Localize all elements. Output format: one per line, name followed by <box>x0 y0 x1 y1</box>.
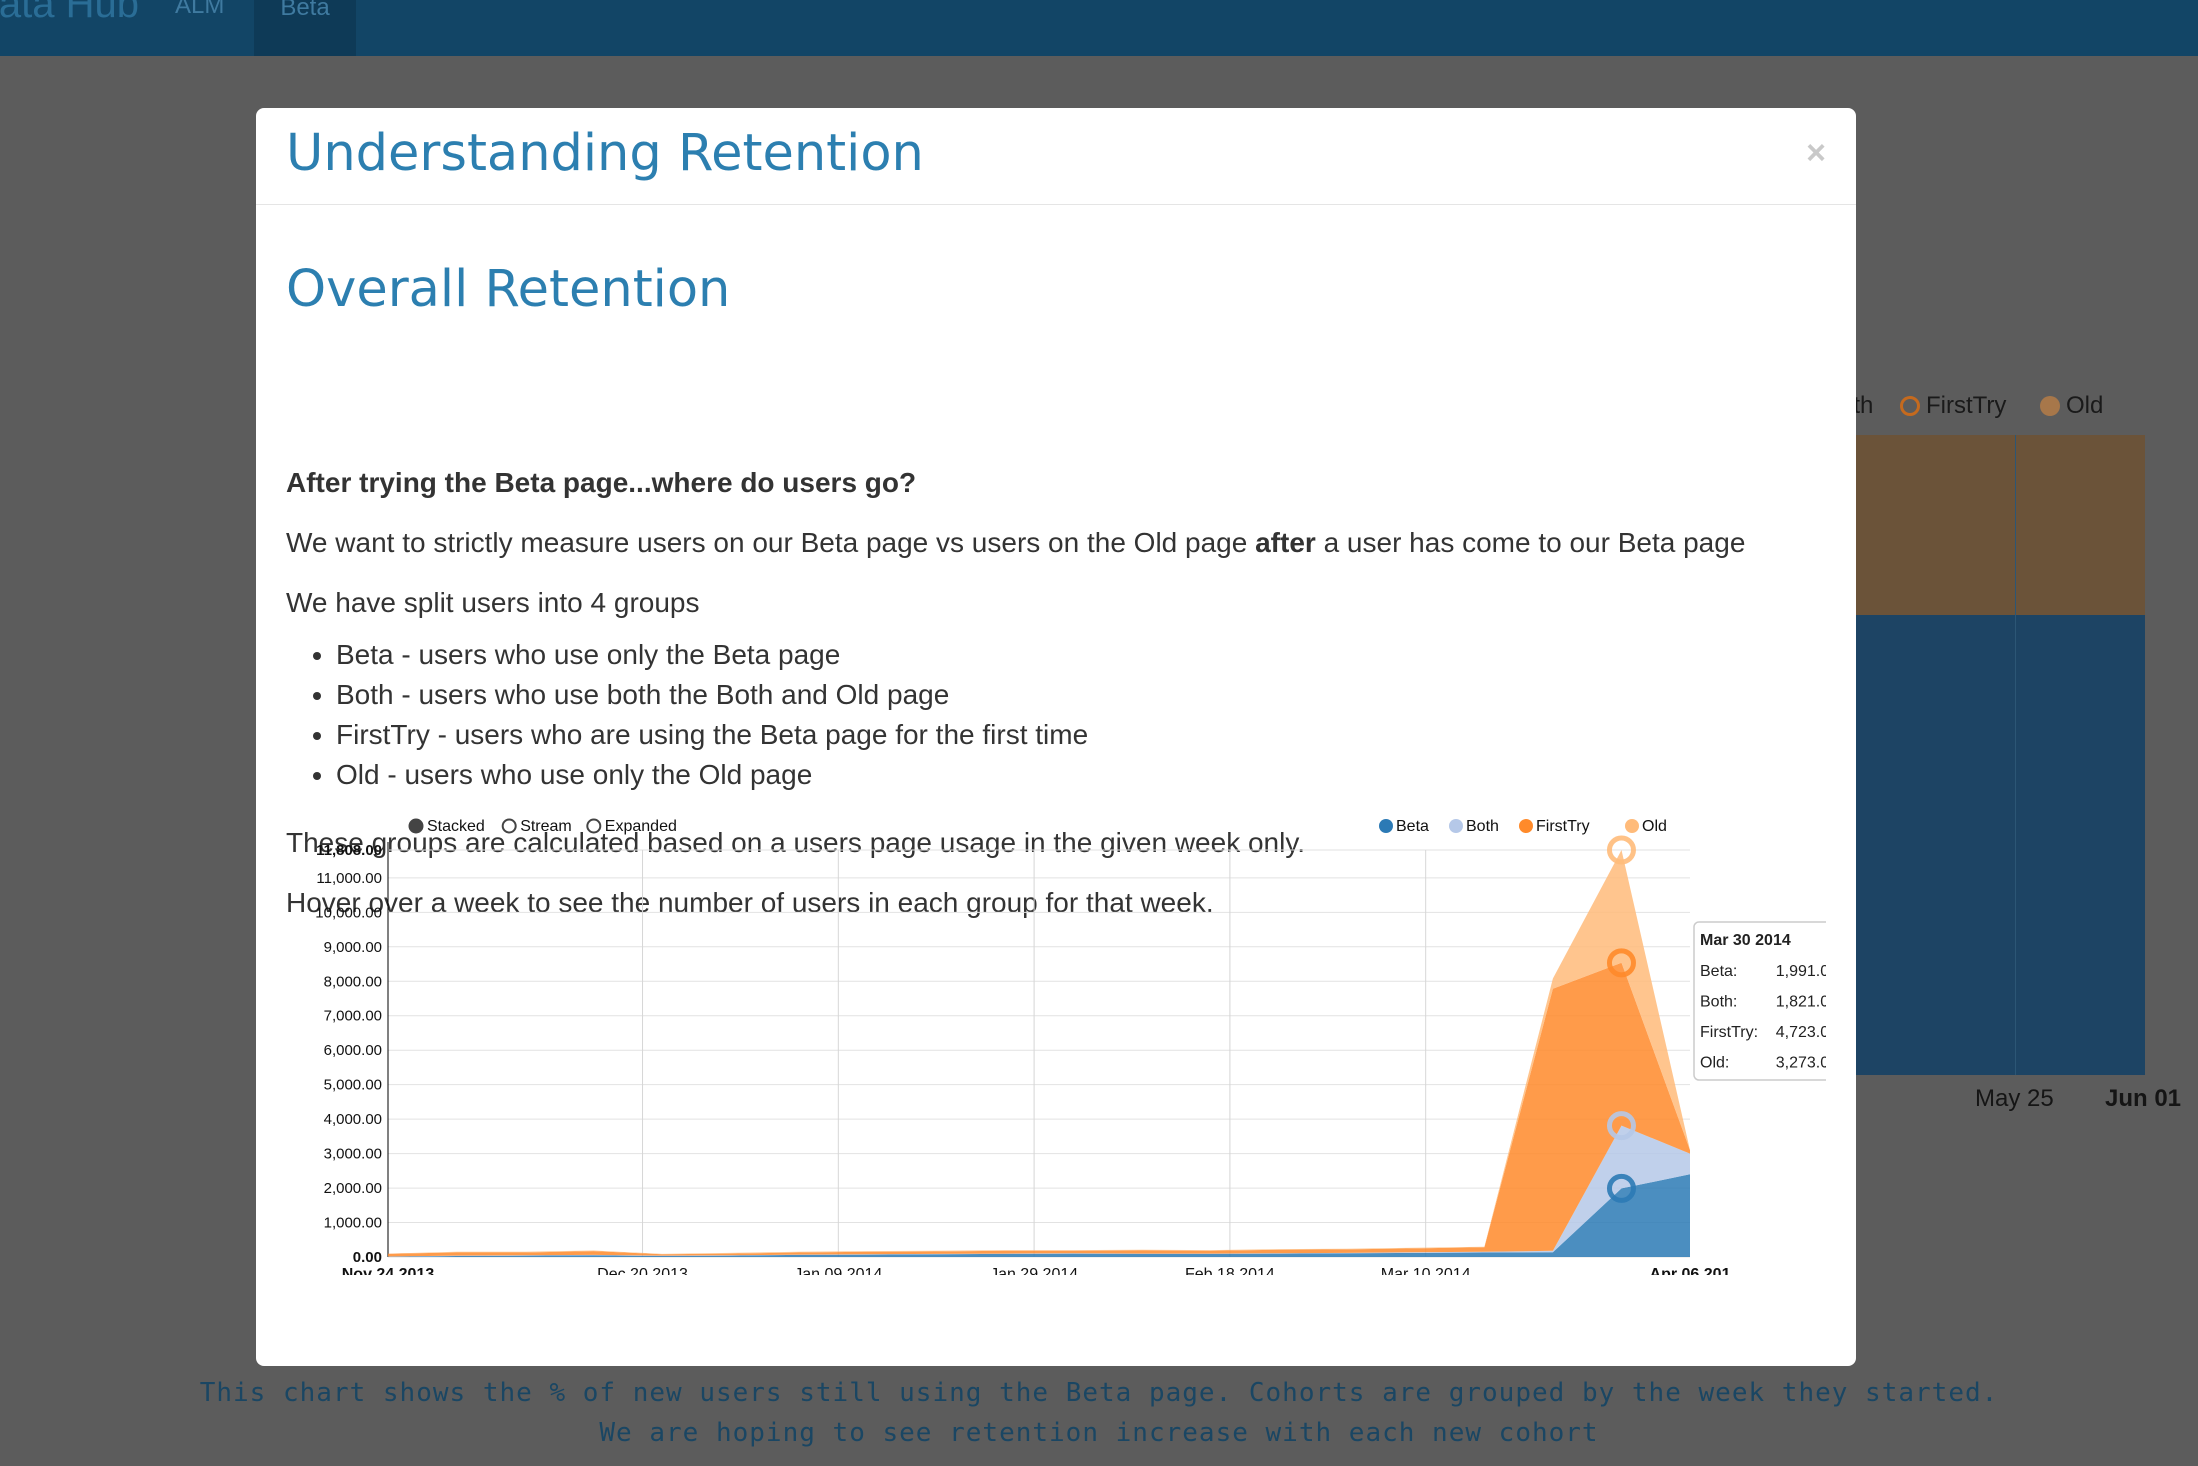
intro-paragraph: We want to strictly measure users on our… <box>286 527 1745 559</box>
background-caption: This chart shows the % of new users stil… <box>199 1378 1999 1408</box>
bg-legend-old[interactable]: Old <box>2040 392 2103 420</box>
control-stream-label[interactable]: Stream <box>520 818 572 835</box>
retention-area-chart[interactable]: 0.00 1,000.00 2,000.00 3,000.00 4,000.00 5,00… <box>286 805 1826 1275</box>
question-text: After trying the Beta page...where do us… <box>286 467 917 498</box>
y-tick-label: 9,000.00 <box>324 939 382 956</box>
bg-legend-firsttry-label: FirstTry <box>1926 392 2007 419</box>
y-tick-label: 0.00 <box>353 1249 382 1266</box>
section-title: Overall Retention <box>286 260 731 319</box>
y-tick-label: 7,000.00 <box>324 1008 382 1025</box>
legend-circle-icon <box>1900 396 1920 416</box>
y-tick-label: 10,000.00 <box>315 904 382 921</box>
area-firsttry[interactable] <box>388 962 1690 1257</box>
close-icon[interactable]: × <box>1806 134 1826 173</box>
legend-old-icon[interactable] <box>1625 819 1639 833</box>
nav-tab-alm[interactable]: ALM <box>175 0 224 20</box>
background-caption: We are hoping to see retention increase … <box>599 1418 1599 1448</box>
legend-beta-label[interactable]: Beta <box>1396 818 1429 835</box>
x-tick-label: Jan 09 2014 <box>794 1266 882 1275</box>
control-expanded-radio-icon[interactable] <box>586 818 602 834</box>
y-tick-label: 8,000.00 <box>324 973 382 990</box>
legend-both-label[interactable]: Both <box>1466 818 1499 835</box>
tooltip-label: Old: <box>1700 1055 1729 1072</box>
list-item: Both - users who use both the Both and O… <box>336 675 1088 715</box>
list-item: Beta - users who use only the Beta page <box>336 635 1088 675</box>
x-tick-label: Nov 24 2013 <box>342 1266 435 1275</box>
intro-text-end: a user has come to our Beta page <box>1315 527 1746 558</box>
legend-beta-icon[interactable] <box>1379 819 1393 833</box>
tooltip-value: 4,723.00 <box>1776 1024 1826 1041</box>
bg-legend-both[interactable]: Both <box>1854 392 1873 420</box>
retention-modal: Understanding Retention × Overall Retent… <box>256 108 1856 1366</box>
nav-tab-beta[interactable]: Beta <box>254 0 356 56</box>
list-item: FirstTry - users who are using the Beta … <box>336 715 1088 755</box>
y-tick-label: 3,000.00 <box>324 1146 382 1163</box>
x-tick-label: Mar 10 2014 <box>1381 1266 1471 1275</box>
groups-list: Beta - users who use only the Beta page … <box>306 635 1088 795</box>
legend-old-label[interactable]: Old <box>1642 818 1667 835</box>
control-stream-radio-icon[interactable] <box>501 818 517 834</box>
legend-both-icon[interactable] <box>1449 819 1463 833</box>
x-tick-label: Apr 06 201 <box>1650 1266 1731 1275</box>
top-navbar: Data Hub ALM Beta <box>0 0 2198 56</box>
list-item: Old - users who use only the Old page <box>336 755 1088 795</box>
control-stacked-label[interactable]: Stacked <box>427 818 485 835</box>
bg-legend-old-label: Old <box>2066 392 2104 419</box>
bg-x-tick: Jun 01 <box>2105 1085 2182 1112</box>
modal-header: Understanding Retention × <box>256 108 1856 205</box>
tooltip-value: 1,821.00 <box>1776 994 1826 1011</box>
x-tick-label: Jan 29 2014 <box>990 1266 1078 1275</box>
y-tick-label: 4,000.00 <box>324 1111 382 1128</box>
y-tick-label: 5,000.00 <box>324 1077 382 1094</box>
y-tick-label: 11,808.00 <box>316 842 382 859</box>
y-tick-label: 6,000.00 <box>324 1042 382 1059</box>
brand-logo[interactable]: Data Hub <box>0 0 139 27</box>
control-stacked-radio-icon[interactable] <box>408 818 424 834</box>
area-old[interactable] <box>388 850 1690 1255</box>
tooltip-value: 1,991.00 <box>1776 963 1826 980</box>
y-tick-label: 1,000.00 <box>324 1215 382 1232</box>
y-tick-label: 2,000.00 <box>324 1180 382 1197</box>
background-gridline <box>2015 435 2016 1075</box>
intro-text: We want to strictly measure users on our… <box>286 527 1256 558</box>
legend-firsttry-icon[interactable] <box>1519 819 1533 833</box>
y-tick-label: 11,000.00 <box>316 870 382 887</box>
bg-x-tick: May 25 <box>1975 1085 2054 1112</box>
intro-emphasis: after <box>1255 527 1316 558</box>
control-expanded-label[interactable]: Expanded <box>605 818 677 835</box>
background-chart-area-old <box>1855 435 2145 615</box>
x-tick-label: Feb 18 2014 <box>1185 1266 1275 1275</box>
legend-firsttry-label[interactable]: FirstTry <box>1536 818 1590 835</box>
split-text: We have split users into 4 groups <box>286 587 700 618</box>
tooltip-label: Both: <box>1700 994 1737 1011</box>
tooltip-label: Beta: <box>1700 963 1737 980</box>
bg-legend-firsttry[interactable]: FirstTry <box>1900 392 2006 420</box>
x-tick-label: Dec 20 2013 <box>597 1266 688 1275</box>
tooltip-label: FirstTry: <box>1700 1024 1758 1041</box>
legend-circle-icon <box>2040 396 2060 416</box>
background-chart <box>1855 435 2145 1075</box>
modal-title: Understanding Retention <box>286 124 924 183</box>
tooltip-value: 3,273.00 <box>1776 1055 1826 1072</box>
tooltip-date: Mar 30 2014 <box>1700 932 1791 949</box>
